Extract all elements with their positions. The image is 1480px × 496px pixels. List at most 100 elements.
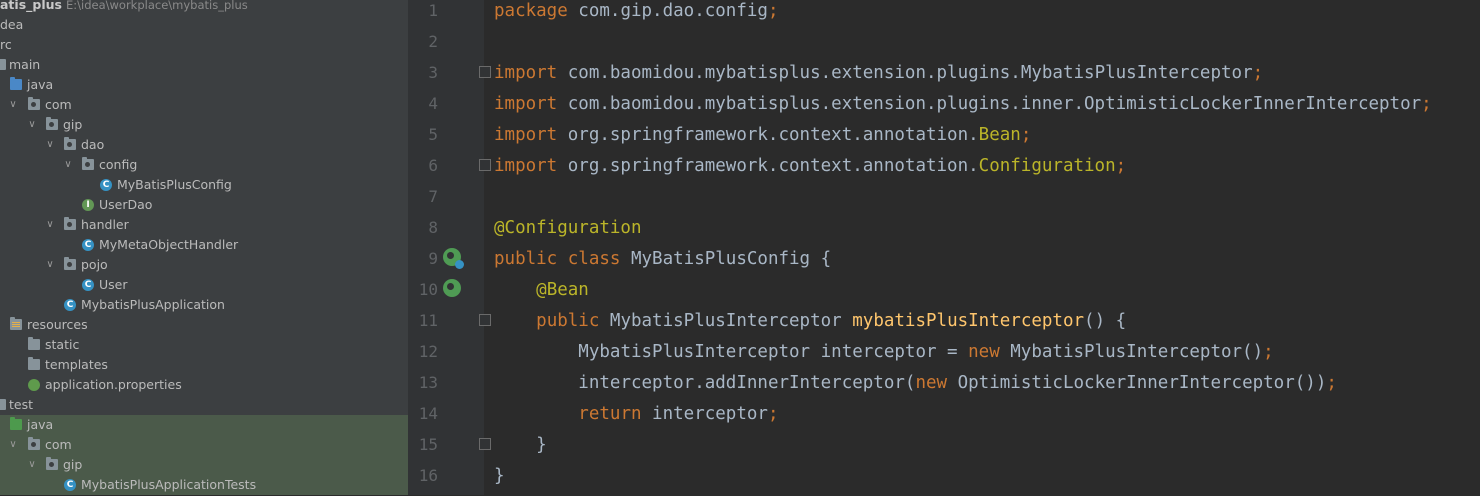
tree-label-application-properties: application.properties: [45, 377, 182, 392]
chevron-down-icon[interactable]: ∨: [8, 95, 18, 115]
fold-marker-icon[interactable]: [479, 66, 491, 78]
code-line-13[interactable]: interceptor.addInnerInterceptor(new Opti…: [494, 372, 1337, 403]
package-icon: [46, 117, 58, 130]
resources-folder-icon: [10, 317, 22, 330]
package-icon: [82, 157, 94, 170]
tree-label-static: static: [45, 337, 80, 352]
line-number: 9: [428, 249, 438, 268]
code-text: org.springframework.context.annotation.: [557, 156, 979, 176]
class-icon: C: [82, 279, 94, 291]
code-text: MyBatisPlusConfig {: [620, 249, 832, 269]
tree-label-config: config: [99, 157, 138, 172]
tree-label-mybatisplusapplication: MybatisPlusApplication: [81, 297, 225, 312]
tree-label-dao: dao: [81, 137, 105, 152]
folder-icon: [0, 59, 6, 70]
code-line-12[interactable]: MybatisPlusInterceptor interceptor = new…: [494, 341, 1274, 372]
code-line-9[interactable]: public class MyBatisPlusConfig {: [494, 248, 831, 279]
tree-label-main: main: [9, 57, 41, 72]
test-class-icon: C: [64, 479, 76, 491]
semicolon: ;: [1020, 125, 1032, 145]
code-line-3[interactable]: import com.baomidou.mybatisplus.extensio…: [494, 62, 1263, 93]
line-number: 11: [418, 311, 438, 330]
line-number: 8: [428, 218, 438, 237]
code-line-14[interactable]: return interceptor;: [494, 403, 778, 434]
tree-label-java: java: [27, 77, 54, 92]
keyword: import: [494, 63, 558, 83]
keyword: import: [494, 94, 558, 114]
code-text: interceptor.addInnerInterceptor(: [578, 373, 916, 393]
spring-bean-run-icon[interactable]: [443, 248, 464, 269]
fold-marker-icon[interactable]: [479, 314, 491, 326]
code-line-10[interactable]: @Bean: [494, 279, 589, 310]
chevron-down-icon[interactable]: ∨: [8, 435, 18, 455]
fold-marker-icon[interactable]: [479, 159, 491, 171]
code-line-5[interactable]: import org.springframework.context.annot…: [494, 124, 1031, 155]
properties-file-icon: [28, 379, 40, 391]
tree-label-templates: templates: [45, 357, 108, 372]
folder-icon: [0, 399, 6, 410]
chevron-down-icon[interactable]: ∨: [63, 155, 73, 175]
spring-bean-icon[interactable]: [443, 279, 461, 297]
annotation: @Bean: [536, 280, 589, 300]
package-icon: [64, 257, 76, 270]
code-text: com.gip.dao.config: [567, 1, 768, 21]
semicolon: ;: [1421, 94, 1432, 114]
keyword: public: [536, 311, 600, 331]
code-text: }: [494, 435, 547, 455]
code-line-1[interactable]: package com.gip.dao.config;: [494, 0, 779, 31]
code-line-6[interactable]: import org.springframework.context.annot…: [494, 155, 1126, 186]
tree-label-resources: resources: [27, 317, 88, 332]
code-line-8[interactable]: @Configuration: [494, 217, 642, 248]
tree-label-mybatisplusapplicationtests: MybatisPlusApplicationTests: [81, 477, 257, 492]
code-text: interceptor: [641, 404, 768, 424]
code-text: () {: [1084, 311, 1127, 331]
fold-marker-icon[interactable]: [479, 438, 491, 450]
package-icon: [64, 217, 76, 230]
semicolon: ;: [767, 1, 779, 21]
chevron-down-icon[interactable]: ∨: [45, 215, 55, 235]
line-number: 1: [428, 1, 438, 20]
project-path: E:\idea\workplace\mybatis_plus: [66, 0, 248, 12]
package-icon: [28, 437, 40, 450]
semicolon: ;: [1263, 342, 1274, 362]
chevron-down-icon[interactable]: ∨: [27, 115, 37, 135]
line-number: 13: [418, 373, 438, 392]
package-icon: [64, 137, 76, 150]
package-icon: [28, 97, 40, 110]
code-line-11[interactable]: public MybatisPlusInterceptor mybatisPlu…: [494, 310, 1126, 341]
semicolon: ;: [1252, 63, 1264, 83]
chevron-down-icon[interactable]: ∨: [45, 135, 55, 155]
chevron-down-icon[interactable]: ∨: [45, 255, 55, 275]
tree-label-userdao: UserDao: [99, 197, 153, 212]
tree-label-test-com: com: [45, 437, 72, 452]
chevron-down-icon[interactable]: ∨: [27, 455, 37, 475]
keyword: import: [494, 125, 558, 145]
keyword: package: [494, 1, 568, 21]
class-name: OptimisticLockerInnerInterceptor: [1084, 94, 1422, 114]
code-text: com.baomidou.mybatisplus.extension.plugi…: [557, 63, 1021, 83]
source-folder-icon: [10, 77, 22, 90]
test-source-folder-icon: [10, 417, 22, 430]
tree-label-pojo: pojo: [81, 257, 108, 272]
tree-label-mybatisplusconfig: MyBatisPlusConfig: [117, 177, 232, 192]
project-name: atis_plus: [0, 0, 62, 12]
keyword: import: [494, 156, 558, 176]
code-line-16[interactable]: }: [494, 465, 505, 496]
line-number: 7: [428, 187, 438, 206]
tree-label-com: com: [45, 97, 72, 112]
code-line-15[interactable]: }: [494, 434, 547, 465]
tree-label-test: test: [9, 397, 34, 412]
folder-icon: [28, 337, 40, 350]
semicolon: ;: [1326, 373, 1337, 393]
keyword: class: [557, 249, 621, 269]
line-number: 15: [418, 435, 438, 454]
keyword: new: [915, 373, 948, 393]
line-number: 6: [428, 156, 438, 175]
code-line-4[interactable]: import com.baomidou.mybatisplus.extensio…: [494, 93, 1432, 124]
folder-icon: [28, 357, 40, 370]
